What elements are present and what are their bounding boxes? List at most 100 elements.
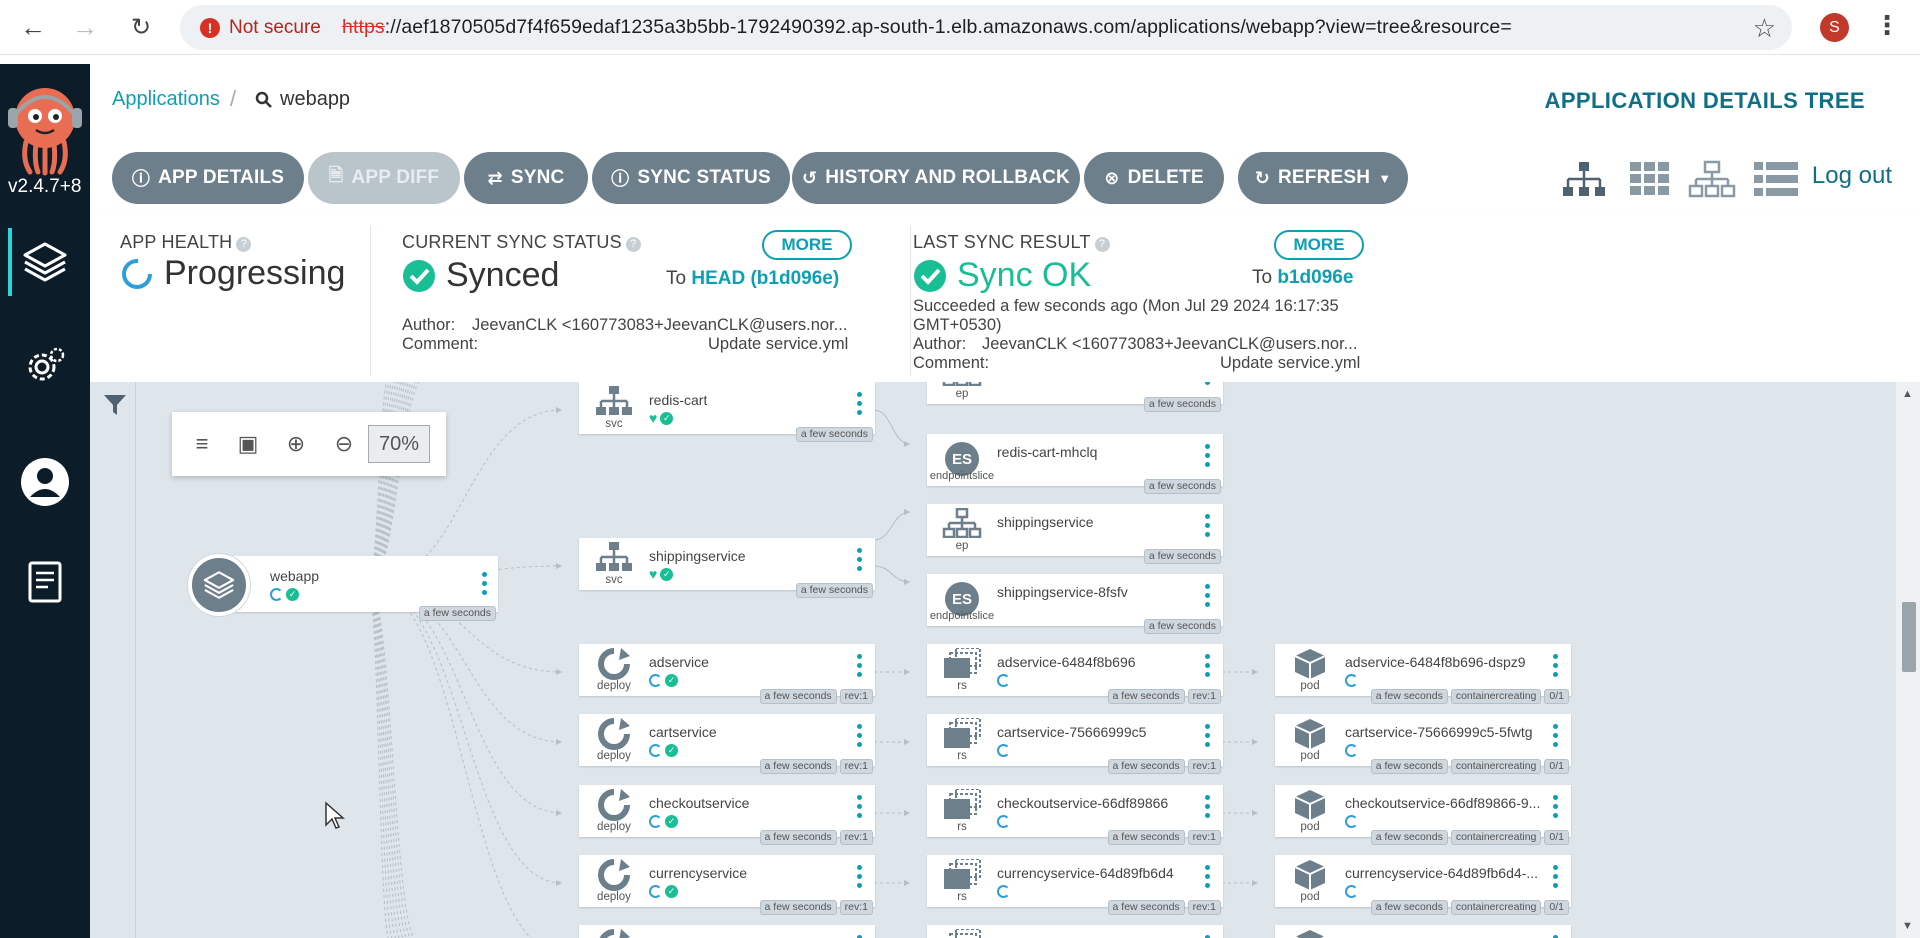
tree-node-rs[interactable]: rsemailservice-5956d76f48 [927,925,1223,938]
zoom-level[interactable]: 70% [368,425,430,463]
tree-node-svc[interactable]: svc shippingservice ♥ ✓ a few seconds [579,538,875,598]
last-sync-revision-link[interactable]: b1d096e [1277,267,1353,288]
sync-status-button[interactable]: ⓘ SYNC STATUS [592,152,790,204]
tree-node-rs[interactable]: rs checkoutservice-66df89866 a few seconds… [927,785,1223,845]
node-name: checkoutservice [649,795,750,811]
tree-node-deploy[interactable]: deploy cartservice ✓ a few seconds rev:1 [579,714,875,774]
app-node-card[interactable]: webapp ✓ a few seconds [222,556,498,621]
tree-node-pod[interactable]: pod checkoutservice-66df89866-9... a few s… [1275,785,1571,845]
tree-node-deploy[interactable]: deployemailservice [579,925,875,938]
node-menu-icon[interactable] [857,724,863,747]
tree-node-pod[interactable]: pod currencyservice-64d89fb6d4-... a few s… [1275,855,1571,915]
align-left-icon[interactable]: ≡ [188,430,216,458]
tree-node-pod[interactable]: podemailservice-5956d76f48-gw... [1275,925,1571,938]
filter-icon[interactable] [102,392,128,418]
breadcrumb-current[interactable]: webapp [255,88,350,111]
app-details-button[interactable]: ⓘ APP DETAILS [112,152,304,204]
node-menu-icon[interactable] [1553,654,1559,677]
tree-node-rs[interactable]: rs cartservice-75666999c5 a few seconds rev… [927,714,1223,774]
sync-status-value: Synced [446,256,560,294]
last-sync-more-button[interactable]: MORE [1274,230,1364,260]
reload-icon[interactable]: ↻ [122,8,160,46]
fit-screen-icon[interactable]: ▣ [234,430,262,458]
tree-node-deploy[interactable]: deploy adservice ✓ a few seconds rev:1 [579,644,875,704]
tree-node-deploy[interactable]: deploy currencyservice ✓ a few seconds rev:1 [579,855,875,915]
sync-revision-link[interactable]: HEAD (b1d096e) [691,268,839,289]
history-rollback-button[interactable]: ↺ HISTORY AND ROLLBACK [792,152,1080,204]
node-menu-icon[interactable] [857,654,863,677]
help-icon[interactable]: ? [625,237,641,252]
scroll-down-icon[interactable]: ▼ [1902,920,1913,932]
help-icon[interactable]: ? [1094,237,1110,252]
scroll-thumb[interactable] [1902,602,1916,672]
zoom-in-icon[interactable]: ⊕ [282,430,310,458]
forward-icon[interactable]: → [66,8,104,46]
check-circle-icon [914,259,946,292]
tree-node-pod[interactable]: pod adservice-6484f8b696-dspz9 a few secon… [1275,644,1571,704]
tree-node-pod[interactable]: pod cartservice-75666999c5-5fwtg a few sec… [1275,714,1571,774]
sync-more-button[interactable]: MORE [762,230,852,260]
list-view-icon[interactable] [1752,160,1800,198]
node-tag: a few seconds [1143,479,1221,494]
zoom-out-icon[interactable]: ⊖ [330,430,358,458]
address-bar[interactable]: ! Not secure https://aef1870505d7f4f659e… [180,5,1792,50]
bookmark-star-icon[interactable]: ☆ [1753,13,1776,44]
sync-label: SYNC [510,167,565,188]
node-menu-icon[interactable] [857,392,863,415]
node-menu-icon[interactable] [1205,584,1211,607]
nav-docs[interactable] [0,542,90,622]
node-kind: deploy [597,821,631,833]
resource-tree[interactable]: ≡ ▣ ⊕ ⊖ 70% webapp ✓ a few seconds svc re… [90,382,1920,938]
node-menu-icon[interactable] [1553,724,1559,747]
node-tag: containercreating [1450,900,1542,915]
tree-node-rs[interactable]: rs adservice-6484f8b696 a few seconds rev:1 [927,644,1223,704]
security-chip[interactable]: ! Not secure [190,11,335,44]
node-menu-icon[interactable] [857,548,863,571]
tree-node-endpointslice[interactable]: ES endpointslice redis-cart-mhclq a few sec… [927,434,1223,494]
node-menu-icon[interactable] [1205,654,1211,677]
node-menu-icon[interactable] [1205,865,1211,888]
tree-node-deploy[interactable]: deploy checkoutservice ✓ a few seconds rev:1 [579,785,875,845]
node-menu-icon[interactable] [1205,514,1211,537]
logout-link[interactable]: Log out [1812,162,1892,190]
network-view-icon[interactable] [1688,160,1736,198]
tree-node-svc[interactable]: svc redis-cart ♥ ✓ a few seconds [579,382,875,442]
breadcrumb-applications[interactable]: Applications [112,88,220,111]
sync-button[interactable]: ⇄ SYNC [464,152,588,204]
node-tags: a few seconds rev:1 [1107,830,1221,845]
node-menu-icon[interactable] [1205,444,1211,467]
tree-node-endpointslice[interactable]: ES endpointslice shippingservice-8fsfv a fe… [927,574,1223,634]
nav-settings[interactable] [0,326,90,406]
app-node-name: webapp [270,568,320,584]
node-menu-icon[interactable] [1205,382,1211,385]
delete-button[interactable]: ⊗ DELETE [1084,152,1224,204]
tree-scrollbar[interactable]: ▲ ▼ [1896,382,1920,938]
profile-avatar[interactable]: S [1820,13,1849,42]
divider [370,226,371,376]
node-menu-icon[interactable] [1205,724,1211,747]
app-node[interactable]: webapp ✓ a few seconds [188,554,498,621]
refresh-button[interactable]: ↻ REFRESH ▼ [1238,152,1408,204]
node-menu-icon[interactable] [1553,865,1559,888]
back-icon[interactable]: ← [14,8,52,46]
node-menu-icon[interactable] [482,572,488,595]
pods-view-icon[interactable] [1625,160,1673,198]
browser-menu-icon[interactable]: ⋮ [1874,10,1900,41]
tree-node-ep[interactable]: ep shippingservice a few seconds [927,504,1223,564]
nav-applications[interactable] [0,222,90,302]
last-sync-value-row: Sync OK [913,256,1091,295]
nav-user[interactable] [0,442,90,522]
url-text[interactable]: https://aef1870505d7f4f659edaf1235a3b5bb… [342,16,1512,39]
tree-node-ep[interactable]: ep a few seconds [927,382,1223,412]
app-diff-button[interactable]: 🗎 APP DIFF [308,152,460,204]
scroll-up-icon[interactable]: ▲ [1902,388,1913,400]
node-status: ♥ ✓ [649,567,674,581]
tree-view-icon[interactable] [1560,160,1608,198]
help-icon[interactable]: ? [236,237,252,252]
node-menu-icon[interactable] [1205,795,1211,818]
node-menu-icon[interactable] [1553,795,1559,818]
node-menu-icon[interactable] [857,865,863,888]
tree-node-rs[interactable]: rs currencyservice-64d89fb6d4 a few second… [927,855,1223,915]
node-tag: rev:1 [839,900,873,915]
node-menu-icon[interactable] [857,795,863,818]
